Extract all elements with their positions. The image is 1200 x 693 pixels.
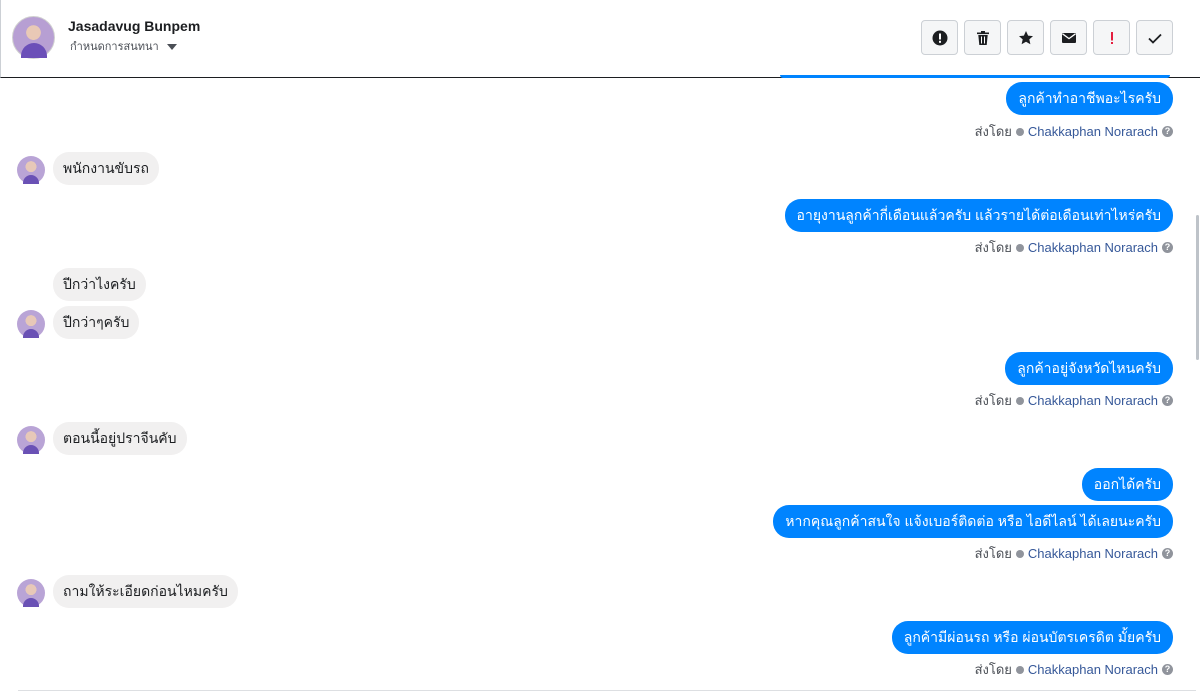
delete-button[interactable] [964,20,1001,55]
agent-name-link[interactable]: Chakkaphan Norarach [1028,393,1158,408]
outgoing-message[interactable]: ออกได้ครับ [1081,468,1173,501]
outgoing-message[interactable]: หากคุณลูกค้าสนใจ แจ้งเบอร์ติดต่อ หรือ ไอ… [773,505,1173,538]
previous-message-edge [780,75,1170,78]
incoming-message[interactable]: ปีกว่าไงครับ [53,268,146,301]
sent-by-line: ส่งโดย Chakkaphan Norarach ? [975,543,1173,564]
sent-by-label: ส่งโดย [974,662,1012,677]
agent-name-link[interactable]: Chakkaphan Norarach [1028,662,1158,677]
sent-by-line: ส่งโดย Chakkaphan Norarach ? [975,659,1173,680]
messages-scrollbar[interactable] [1196,215,1199,360]
incoming-message[interactable]: พนักงานขับรถ [53,152,159,185]
help-icon[interactable]: ? [1162,548,1173,559]
mark-done-button[interactable] [1136,20,1173,55]
checkmark-icon [1015,243,1024,252]
outgoing-message[interactable]: อายุงานลูกค้ากี่เดือนแล้วครับ แล้วรายได้… [784,199,1173,232]
contact-avatar-small [17,426,45,454]
contact-name[interactable]: Jasadavug Bunpem [68,18,200,34]
exclamation-circle-icon [932,30,947,45]
checkmark-icon [1015,396,1024,405]
sent-by-label: ส่งโดย [974,546,1012,561]
help-icon[interactable]: ? [1162,126,1173,137]
conversation-status-label: กำหนดการสนทนา [70,41,159,53]
contact-avatar[interactable] [12,16,55,59]
conversation-toolbar [921,20,1173,55]
conversation-status-dropdown[interactable]: กำหนดการสนทนา [70,38,177,54]
sent-by-label: ส่งโดย [974,393,1012,408]
checkmark-icon [1015,665,1024,674]
agent-name-link[interactable]: Chakkaphan Norarach [1028,240,1158,255]
contact-avatar-small [17,579,45,607]
mark-unread-button[interactable] [1050,20,1087,55]
agent-name-link[interactable]: Chakkaphan Norarach [1028,124,1158,139]
outgoing-message[interactable]: ลูกค้าอยู่จังหวัดไหนครับ [1005,352,1173,385]
incoming-message[interactable]: ปีกว่าๆครับ [53,306,140,339]
contact-avatar-small [17,310,45,338]
report-spam-button[interactable] [921,20,958,55]
incoming-message[interactable]: ถามให้ระเอียดก่อนไหมครับ [53,575,238,608]
help-icon[interactable]: ? [1162,242,1173,253]
conversation-header: Jasadavug Bunpem กำหนดการสนทนา [0,0,1200,78]
red-exclamation-icon [1110,31,1113,44]
help-icon[interactable]: ? [1162,664,1173,675]
checkmark-icon [1015,127,1024,136]
outgoing-message[interactable]: ลูกค้ามีผ่อนรถ หรือ ผ่อนบัตรเครดิต มั้ยค… [891,621,1173,654]
star-icon [1018,30,1033,44]
check-icon [1147,33,1162,44]
incoming-message[interactable]: ตอนนี้อยู่ปราจีนคับ [53,422,187,455]
composer-divider [18,690,1196,691]
contact-avatar-small [17,156,45,184]
envelope-icon [1061,32,1076,43]
sent-by-label: ส่งโดย [974,124,1012,139]
chevron-down-icon [166,43,177,50]
sent-by-label: ส่งโดย [974,240,1012,255]
star-button[interactable] [1007,20,1044,55]
trash-icon [976,30,989,45]
outgoing-message[interactable]: ลูกค้าทำอาชีพอะไรครับ [1006,82,1173,115]
sent-by-line: ส่งโดย Chakkaphan Norarach ? [975,121,1173,142]
follow-up-button[interactable] [1093,20,1130,55]
sent-by-line: ส่งโดย Chakkaphan Norarach ? [975,390,1173,411]
agent-name-link[interactable]: Chakkaphan Norarach [1028,546,1158,561]
checkmark-icon [1015,549,1024,558]
sent-by-line: ส่งโดย Chakkaphan Norarach ? [975,237,1173,258]
help-icon[interactable]: ? [1162,395,1173,406]
